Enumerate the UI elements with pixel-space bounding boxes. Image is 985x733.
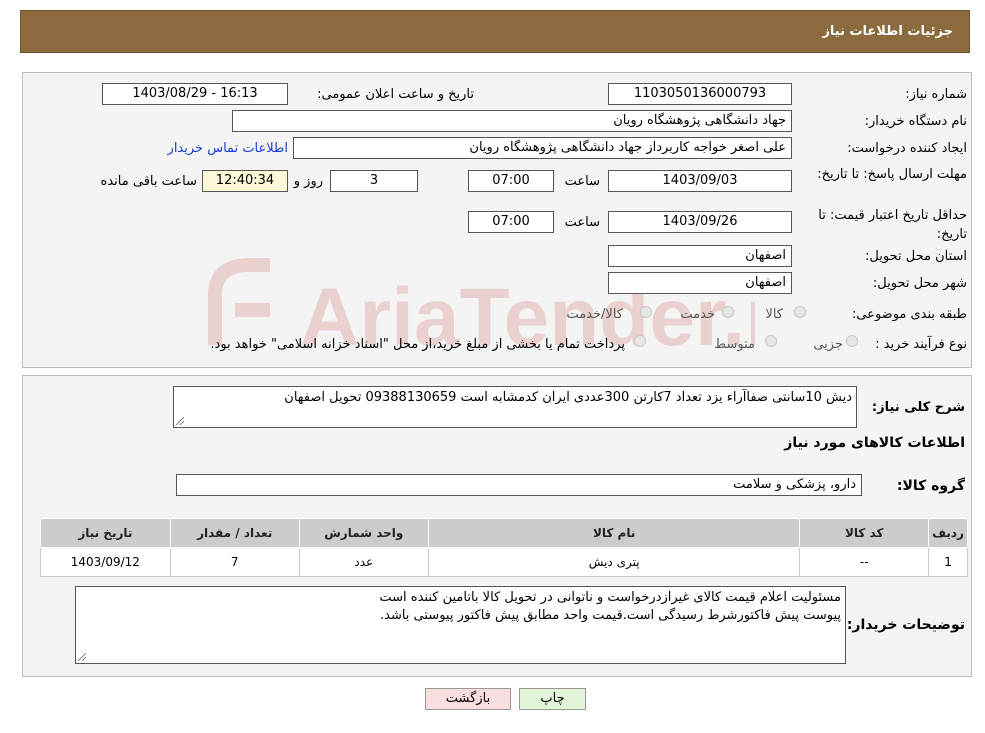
city-field[interactable]: اصفهان (608, 272, 792, 294)
validity-date-field[interactable]: 1403/09/26 (608, 211, 792, 233)
buyer-notes-line-1: مسئولیت اعلام قیمت کالای غیرازدرخواست و … (379, 590, 841, 605)
items-table: تاریخ نیاز تعداد / مقدار واحد شمارش نام … (40, 518, 968, 577)
items-table-header: تاریخ نیاز تعداد / مقدار واحد شمارش نام … (40, 518, 968, 548)
announce-field[interactable]: 1403/08/29 - 16:13 (102, 83, 288, 105)
table-row: 1403/09/12 7 عدد پتری دیش -- 1 (40, 547, 968, 577)
col-need-date: تاریخ نیاز (40, 518, 171, 548)
category-option-goods-service: کالا/خدمت (566, 307, 623, 322)
process-radio-medium[interactable] (765, 335, 777, 347)
col-row-number: ردیف (928, 518, 968, 548)
deadline-date-field[interactable]: 1403/09/03 (608, 170, 792, 192)
description-label: شرح کلی نیاز: (871, 400, 965, 415)
process-radio-treasury[interactable] (634, 335, 646, 347)
province-label: استان محل تحویل: (865, 249, 967, 264)
buyer-notes-field[interactable]: مسئولیت اعلام قیمت کالای غیرازدرخواست و … (75, 586, 846, 664)
watermark-logo: AriaTender.neT (208, 258, 755, 363)
announce-label: تاریخ و ساعت اعلان عمومی: (317, 87, 474, 102)
validity-label: حداقل تاریخ اعتبار قیمت: تا تاریخ: (818, 208, 967, 242)
page-title: جزئیات اطلاعات نیاز (822, 24, 953, 39)
days-label: روز و (293, 174, 323, 189)
process-option-minor: جزیی (813, 337, 843, 352)
print-button[interactable]: چاپ (519, 688, 586, 710)
col-unit: واحد شمارش (298, 518, 429, 548)
validity-time-field[interactable]: 07:00 (468, 211, 554, 233)
category-label: طبقه بندی موضوعی: (851, 307, 967, 322)
cell-need-date: 1403/09/12 (40, 547, 171, 577)
process-radio-minor[interactable] (846, 335, 858, 347)
need-number-field[interactable]: 1103050136000793 (608, 83, 792, 105)
page-header: جزئیات اطلاعات نیاز (20, 10, 970, 53)
city-label: شهر محل تحویل: (872, 276, 967, 291)
need-number-label: شماره نیاز: (905, 87, 967, 102)
deadline-time-field[interactable]: 07:00 (468, 170, 554, 192)
col-quantity: تعداد / مقدار (169, 518, 300, 548)
cell-quantity: 7 (169, 547, 300, 577)
buyer-contact-link[interactable]: اطلاعات تماس خریدار (168, 141, 288, 156)
cell-item-code: -- (799, 547, 930, 577)
category-option-goods: کالا (765, 307, 783, 322)
description-text: دیش 10سانتی صفاآراء یزد تعداد 7کارتن 300… (284, 390, 852, 405)
category-radio-goods-service[interactable] (640, 306, 652, 318)
process-option-medium: متوسط (714, 337, 755, 352)
category-radio-service[interactable] (722, 306, 734, 318)
resize-grip-icon[interactable] (176, 417, 184, 425)
process-treasury-note: پرداخت تمام یا بخشی از مبلغ خرید،از محل … (210, 337, 625, 352)
category-option-service: خدمت (680, 307, 715, 322)
province-field[interactable]: اصفهان (608, 245, 792, 267)
cell-item-name: پتری دیش (427, 547, 801, 577)
cell-unit: عدد (298, 547, 429, 577)
creator-field[interactable]: علی اصغر خواجه کاربرداز جهاد دانشگاهی پژ… (293, 137, 792, 159)
buyer-org-field[interactable]: جهاد دانشگاهی پژوهشگاه رویان (232, 110, 792, 132)
category-radio-goods[interactable] (794, 306, 806, 318)
items-section-title: اطلاعات کالاهای مورد نیاز (784, 435, 965, 451)
deadline-time-label: ساعت (564, 174, 600, 189)
goods-group-label: گروه کالا: (896, 478, 965, 494)
deadline-label: مهلت ارسال پاسخ: تا تاریخ: (817, 167, 967, 182)
remaining-time-field: 12:40:34 (202, 170, 288, 192)
description-field[interactable]: دیش 10سانتی صفاآراء یزد تعداد 7کارتن 300… (173, 386, 857, 428)
cell-row-number: 1 (928, 547, 968, 577)
col-item-name: نام کالا (427, 518, 801, 548)
validity-time-label: ساعت (564, 215, 600, 230)
back-button[interactable]: بازگشت (425, 688, 511, 710)
buyer-notes-label: توضیحات خریدار: (846, 617, 965, 633)
buyer-org-label: نام دستگاه خریدار: (864, 114, 967, 129)
goods-group-field[interactable]: دارو، پزشکی و سلامت (176, 474, 862, 496)
process-label: نوع فرآیند خرید : (875, 337, 967, 352)
buyer-notes-line-2: پیوست پیش فاکتورشرط رسیدگی است.قیمت واحد… (379, 608, 841, 623)
resize-grip-icon[interactable] (78, 653, 86, 661)
days-field[interactable]: 3 (330, 170, 418, 192)
creator-label: ایجاد کننده درخواست: (847, 141, 967, 156)
remaining-label: ساعت باقی مانده (100, 174, 197, 189)
col-item-code: کد کالا (799, 518, 930, 548)
